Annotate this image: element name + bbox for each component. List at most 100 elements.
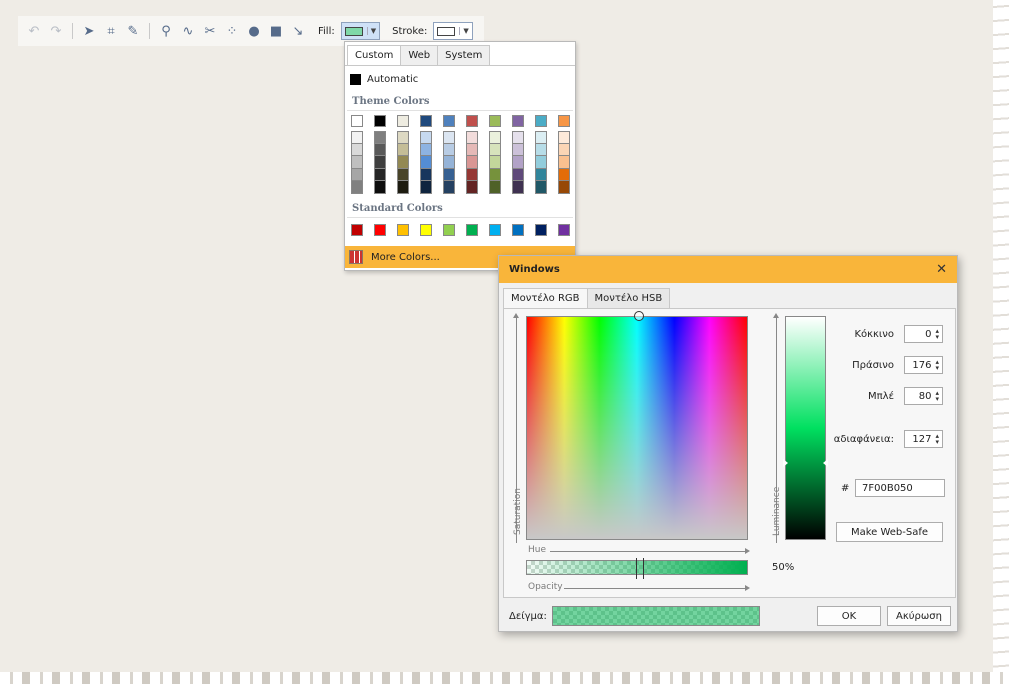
- spinner-icon[interactable]: ▴ ▾: [935, 328, 939, 341]
- color-swatch[interactable]: [466, 143, 478, 156]
- opacity-slider-thumb[interactable]: [636, 558, 644, 579]
- automatic-color-item[interactable]: Automatic: [345, 66, 575, 93]
- hex-input[interactable]: 7F00B050: [855, 479, 945, 497]
- color-swatch[interactable]: [397, 115, 409, 127]
- color-swatch[interactable]: [374, 181, 386, 194]
- color-swatch[interactable]: [489, 181, 501, 194]
- ok-button[interactable]: OK: [817, 606, 881, 626]
- spectrum-selector[interactable]: [634, 311, 644, 321]
- color-swatch[interactable]: [535, 143, 547, 156]
- tab-web[interactable]: Web: [400, 45, 439, 65]
- color-swatch[interactable]: [558, 143, 570, 156]
- color-swatch[interactable]: [397, 168, 409, 181]
- color-swatch[interactable]: [351, 168, 363, 181]
- color-swatch[interactable]: [374, 131, 386, 144]
- select-arrow-icon[interactable]: ➤: [81, 23, 97, 39]
- redo-icon[interactable]: ↷: [48, 23, 64, 39]
- color-swatch[interactable]: [420, 223, 432, 236]
- color-swatch[interactable]: [351, 131, 363, 144]
- color-swatch[interactable]: [558, 115, 570, 127]
- color-swatch[interactable]: [466, 223, 478, 236]
- alpha-input[interactable]: 127 ▴ ▾: [904, 430, 943, 448]
- color-swatch[interactable]: [535, 181, 547, 194]
- tab-system[interactable]: System: [437, 45, 491, 65]
- color-swatch[interactable]: [443, 168, 455, 181]
- color-swatch[interactable]: [420, 168, 432, 181]
- color-swatch[interactable]: [466, 168, 478, 181]
- color-swatch[interactable]: [558, 181, 570, 194]
- scatter-icon[interactable]: ⁘: [224, 23, 240, 39]
- spinner-icon[interactable]: ▴ ▾: [935, 359, 939, 372]
- color-swatch[interactable]: [351, 181, 363, 194]
- color-swatch[interactable]: [512, 115, 524, 127]
- close-icon[interactable]: ✕: [936, 262, 947, 277]
- red-input[interactable]: 0 ▴ ▾: [904, 325, 943, 343]
- color-swatch[interactable]: [535, 168, 547, 181]
- color-swatch[interactable]: [489, 156, 501, 169]
- color-swatch[interactable]: [420, 181, 432, 194]
- color-swatch[interactable]: [466, 131, 478, 144]
- color-swatch[interactable]: [466, 115, 478, 127]
- color-swatch[interactable]: [489, 115, 501, 127]
- fill-color-dropdown[interactable]: ▼: [340, 22, 381, 40]
- color-swatch[interactable]: [466, 156, 478, 169]
- color-swatch[interactable]: [558, 168, 570, 181]
- color-swatch[interactable]: [397, 143, 409, 156]
- color-swatch[interactable]: [512, 168, 524, 181]
- color-swatch[interactable]: [489, 143, 501, 156]
- color-swatch[interactable]: [535, 156, 547, 169]
- tab-custom[interactable]: Custom: [347, 45, 402, 65]
- color-swatch[interactable]: [535, 131, 547, 144]
- color-swatch[interactable]: [443, 223, 455, 236]
- color-swatch[interactable]: [443, 143, 455, 156]
- color-swatch[interactable]: [397, 131, 409, 144]
- color-swatch[interactable]: [443, 115, 455, 127]
- color-swatch[interactable]: [489, 131, 501, 144]
- color-swatch[interactable]: [374, 168, 386, 181]
- pencil-icon[interactable]: ✎: [125, 23, 141, 39]
- color-swatch[interactable]: [443, 156, 455, 169]
- undo-icon[interactable]: ↶: [26, 23, 42, 39]
- color-swatch[interactable]: [443, 131, 455, 144]
- color-swatch[interactable]: [512, 143, 524, 156]
- luminance-slider[interactable]: [783, 316, 828, 540]
- spinner-icon[interactable]: ▴ ▾: [935, 433, 939, 446]
- color-swatch[interactable]: [558, 156, 570, 169]
- square-icon[interactable]: ■: [268, 23, 284, 39]
- color-swatch[interactable]: [374, 115, 386, 127]
- color-swatch[interactable]: [489, 223, 501, 236]
- line-icon[interactable]: ↘: [290, 23, 306, 39]
- cancel-button[interactable]: Ακύρωση: [887, 606, 951, 626]
- blue-input[interactable]: 80 ▴ ▾: [904, 387, 943, 405]
- color-swatch[interactable]: [558, 223, 570, 236]
- color-swatch[interactable]: [535, 223, 547, 236]
- color-swatch[interactable]: [489, 168, 501, 181]
- color-swatch[interactable]: [351, 115, 363, 127]
- color-swatch[interactable]: [512, 131, 524, 144]
- luminance-slider-thumb[interactable]: [783, 459, 828, 467]
- color-swatch[interactable]: [397, 156, 409, 169]
- tab-hsb-model[interactable]: Μοντέλο HSB: [586, 288, 671, 308]
- color-swatch[interactable]: [512, 223, 524, 236]
- make-web-safe-button[interactable]: Make Web-Safe: [836, 522, 943, 542]
- spinner-icon[interactable]: ▴ ▾: [935, 390, 939, 403]
- green-input[interactable]: 176 ▴ ▾: [904, 356, 943, 374]
- color-swatch[interactable]: [466, 181, 478, 194]
- color-swatch[interactable]: [420, 156, 432, 169]
- color-swatch[interactable]: [351, 156, 363, 169]
- freehand-icon[interactable]: ∿: [180, 23, 196, 39]
- color-swatch[interactable]: [351, 143, 363, 156]
- hue-saturation-spectrum[interactable]: [526, 311, 748, 540]
- color-swatch[interactable]: [420, 115, 432, 127]
- opacity-slider[interactable]: [526, 558, 748, 579]
- color-swatch[interactable]: [420, 131, 432, 144]
- tab-rgb-model[interactable]: Μοντέλο RGB: [503, 288, 588, 308]
- color-swatch[interactable]: [374, 223, 386, 236]
- color-swatch[interactable]: [420, 143, 432, 156]
- color-swatch[interactable]: [397, 223, 409, 236]
- color-swatch[interactable]: [443, 181, 455, 194]
- color-swatch[interactable]: [512, 156, 524, 169]
- ellipse-icon[interactable]: ●: [246, 23, 262, 39]
- stroke-color-dropdown[interactable]: ▼: [433, 22, 473, 40]
- color-swatch[interactable]: [397, 181, 409, 194]
